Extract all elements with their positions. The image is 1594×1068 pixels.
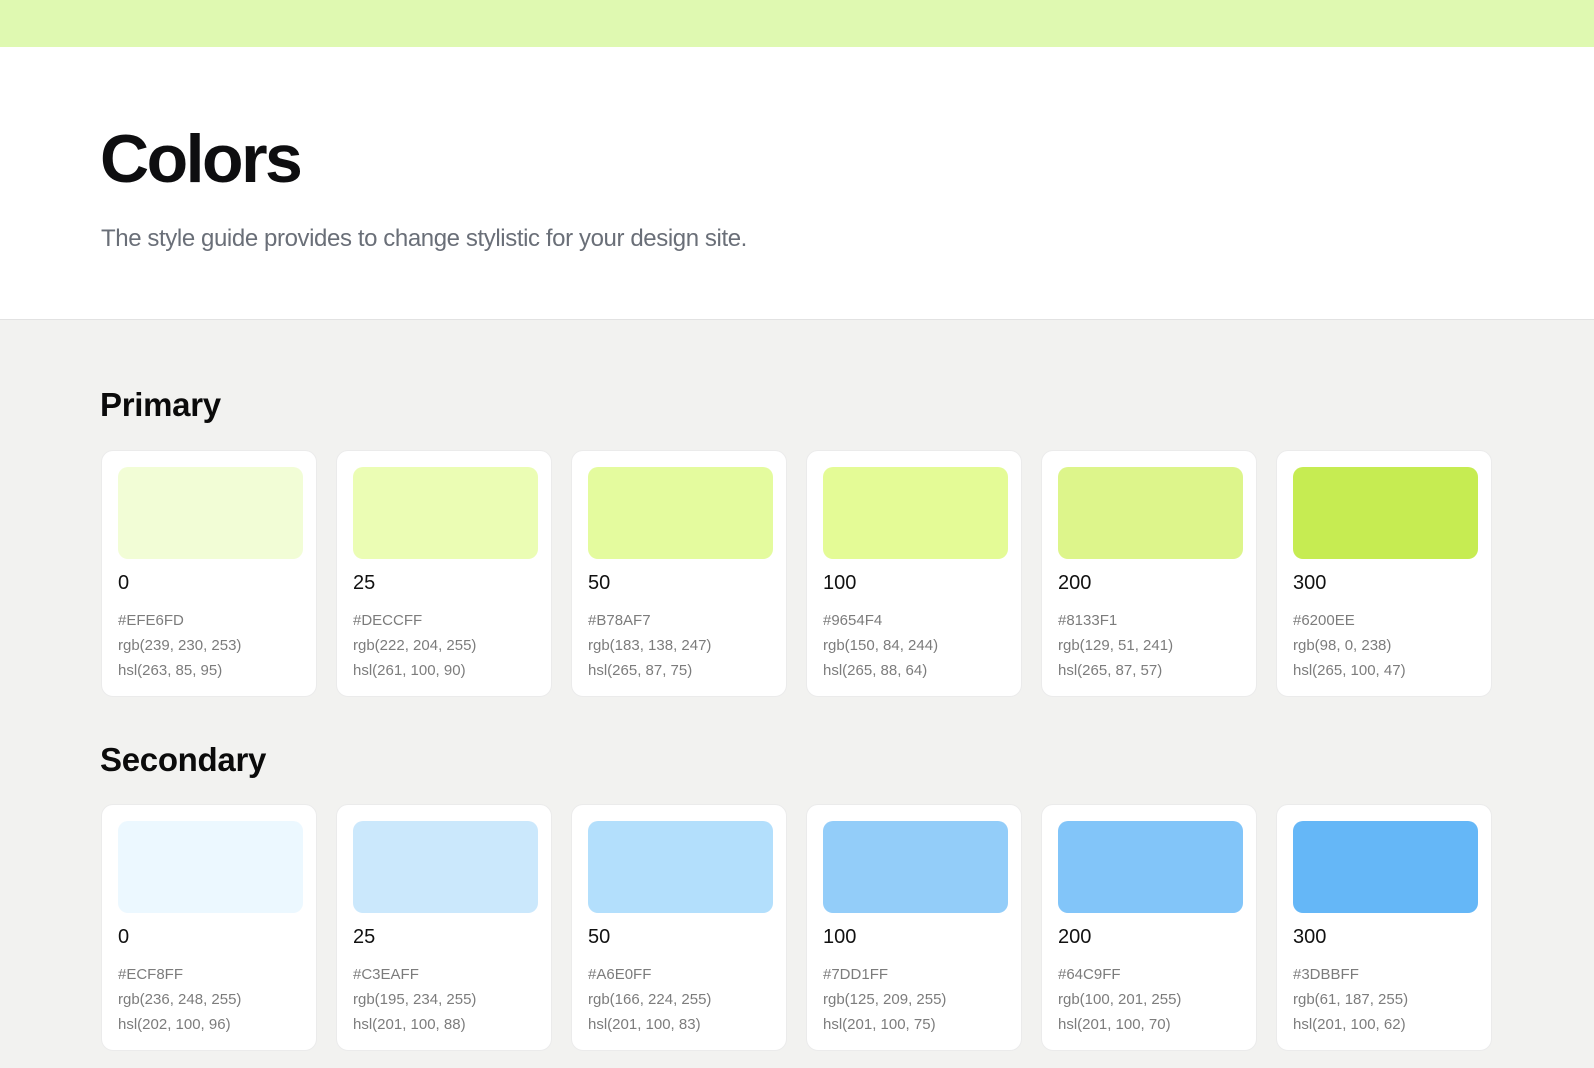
hex-value: #ECF8FF bbox=[118, 966, 184, 983]
color-swatch[interactable] bbox=[823, 467, 1008, 559]
hex-value: #B78AF7 bbox=[588, 612, 651, 629]
color-level: 100 bbox=[823, 926, 857, 948]
top-bar bbox=[0, 0, 1594, 47]
color-level: 0 bbox=[118, 572, 130, 594]
rgb-value: rgb(125, 209, 255) bbox=[823, 991, 947, 1008]
color-card-primary-25[interactable]: 25 #DECCFF rgb(222, 204, 255) hsl(261, 1… bbox=[336, 450, 552, 697]
hex-value: #3DBBFF bbox=[1293, 966, 1359, 983]
hsl-value: hsl(201, 100, 75) bbox=[823, 1016, 936, 1033]
rgb-value: rgb(222, 204, 255) bbox=[353, 637, 477, 654]
color-level: 300 bbox=[1293, 572, 1327, 594]
color-swatch[interactable] bbox=[588, 467, 773, 559]
color-card-secondary-300[interactable]: 300 #3DBBFF rgb(61, 187, 255) hsl(201, 1… bbox=[1276, 804, 1492, 1051]
hex-value: #8133F1 bbox=[1058, 612, 1118, 629]
hex-value: #9654F4 bbox=[823, 612, 883, 629]
hex-value: #6200EE bbox=[1293, 612, 1355, 629]
rgb-value: rgb(98, 0, 238) bbox=[1293, 637, 1392, 654]
hex-value: #64C9FF bbox=[1058, 966, 1121, 983]
rgb-value: rgb(195, 234, 255) bbox=[353, 991, 477, 1008]
color-swatch[interactable] bbox=[118, 821, 303, 913]
color-card-primary-200[interactable]: 200 #8133F1 rgb(129, 51, 241) hsl(265, 8… bbox=[1041, 450, 1257, 697]
color-card-primary-300[interactable]: 300 #6200EE rgb(98, 0, 238) hsl(265, 100… bbox=[1276, 450, 1492, 697]
color-swatch[interactable] bbox=[353, 467, 538, 559]
hex-value: #C3EAFF bbox=[353, 966, 419, 983]
color-level: 0 bbox=[118, 926, 130, 948]
color-level: 25 bbox=[353, 572, 376, 594]
color-card-primary-100[interactable]: 100 #9654F4 rgb(150, 84, 244) hsl(265, 8… bbox=[806, 450, 1022, 697]
hsl-value: hsl(201, 100, 83) bbox=[588, 1016, 701, 1033]
color-swatch[interactable] bbox=[1293, 821, 1478, 913]
color-level: 100 bbox=[823, 572, 857, 594]
rgb-value: rgb(100, 201, 255) bbox=[1058, 991, 1182, 1008]
color-swatch[interactable] bbox=[823, 821, 1008, 913]
color-swatch[interactable] bbox=[1058, 821, 1243, 913]
hsl-value: hsl(265, 87, 57) bbox=[1058, 662, 1163, 679]
page-header: Colors The style guide provides to chang… bbox=[0, 47, 1594, 320]
hex-value: #EFE6FD bbox=[118, 612, 184, 629]
hsl-value: hsl(201, 100, 88) bbox=[353, 1016, 466, 1033]
rgb-value: rgb(183, 138, 247) bbox=[588, 637, 712, 654]
color-swatch[interactable] bbox=[353, 821, 538, 913]
hsl-value: hsl(201, 100, 70) bbox=[1058, 1016, 1171, 1033]
color-level: 50 bbox=[588, 572, 611, 594]
color-swatch[interactable] bbox=[1293, 467, 1478, 559]
rgb-value: rgb(150, 84, 244) bbox=[823, 637, 939, 654]
hsl-value: hsl(265, 88, 64) bbox=[823, 662, 928, 679]
color-swatch[interactable] bbox=[588, 821, 773, 913]
color-level: 50 bbox=[588, 926, 611, 948]
color-card-secondary-25[interactable]: 25 #C3EAFF rgb(195, 234, 255) hsl(201, 1… bbox=[336, 804, 552, 1051]
hex-value: #7DD1FF bbox=[823, 966, 889, 983]
color-level: 25 bbox=[353, 926, 376, 948]
hsl-value: hsl(263, 85, 95) bbox=[118, 662, 223, 679]
rgb-value: rgb(129, 51, 241) bbox=[1058, 637, 1174, 654]
hsl-value: hsl(201, 100, 62) bbox=[1293, 1016, 1406, 1033]
rgb-value: rgb(236, 248, 255) bbox=[118, 991, 242, 1008]
rgb-value: rgb(166, 224, 255) bbox=[588, 991, 712, 1008]
color-level: 300 bbox=[1293, 926, 1327, 948]
rgb-value: rgb(239, 230, 253) bbox=[118, 637, 242, 654]
color-card-secondary-0[interactable]: 0 #ECF8FF rgb(236, 248, 255) hsl(202, 10… bbox=[101, 804, 317, 1051]
color-swatch[interactable] bbox=[1058, 467, 1243, 559]
color-card-primary-0[interactable]: 0 #EFE6FD rgb(239, 230, 253) hsl(263, 85… bbox=[101, 450, 317, 697]
rgb-value: rgb(61, 187, 255) bbox=[1293, 991, 1409, 1008]
section-title-secondary: Secondary bbox=[100, 741, 267, 778]
hsl-value: hsl(265, 87, 75) bbox=[588, 662, 693, 679]
hex-value: #A6E0FF bbox=[588, 966, 652, 983]
color-card-secondary-50[interactable]: 50 #A6E0FF rgb(166, 224, 255) hsl(201, 1… bbox=[571, 804, 787, 1051]
color-level: 200 bbox=[1058, 926, 1092, 948]
color-card-secondary-200[interactable]: 200 #64C9FF rgb(100, 201, 255) hsl(201, … bbox=[1041, 804, 1257, 1051]
hex-value: #DECCFF bbox=[353, 612, 423, 629]
color-card-primary-50[interactable]: 50 #B78AF7 rgb(183, 138, 247) hsl(265, 8… bbox=[571, 450, 787, 697]
page-title: Colors bbox=[100, 121, 303, 197]
hsl-value: hsl(202, 100, 96) bbox=[118, 1016, 231, 1033]
color-level: 200 bbox=[1058, 572, 1092, 594]
hsl-value: hsl(261, 100, 90) bbox=[353, 662, 466, 679]
color-swatch[interactable] bbox=[118, 467, 303, 559]
page-subtitle: The style guide provides to change styli… bbox=[101, 225, 747, 252]
color-card-secondary-100[interactable]: 100 #7DD1FF rgb(125, 209, 255) hsl(201, … bbox=[806, 804, 1022, 1051]
hsl-value: hsl(265, 100, 47) bbox=[1293, 662, 1406, 679]
section-title-primary: Primary bbox=[100, 386, 221, 423]
